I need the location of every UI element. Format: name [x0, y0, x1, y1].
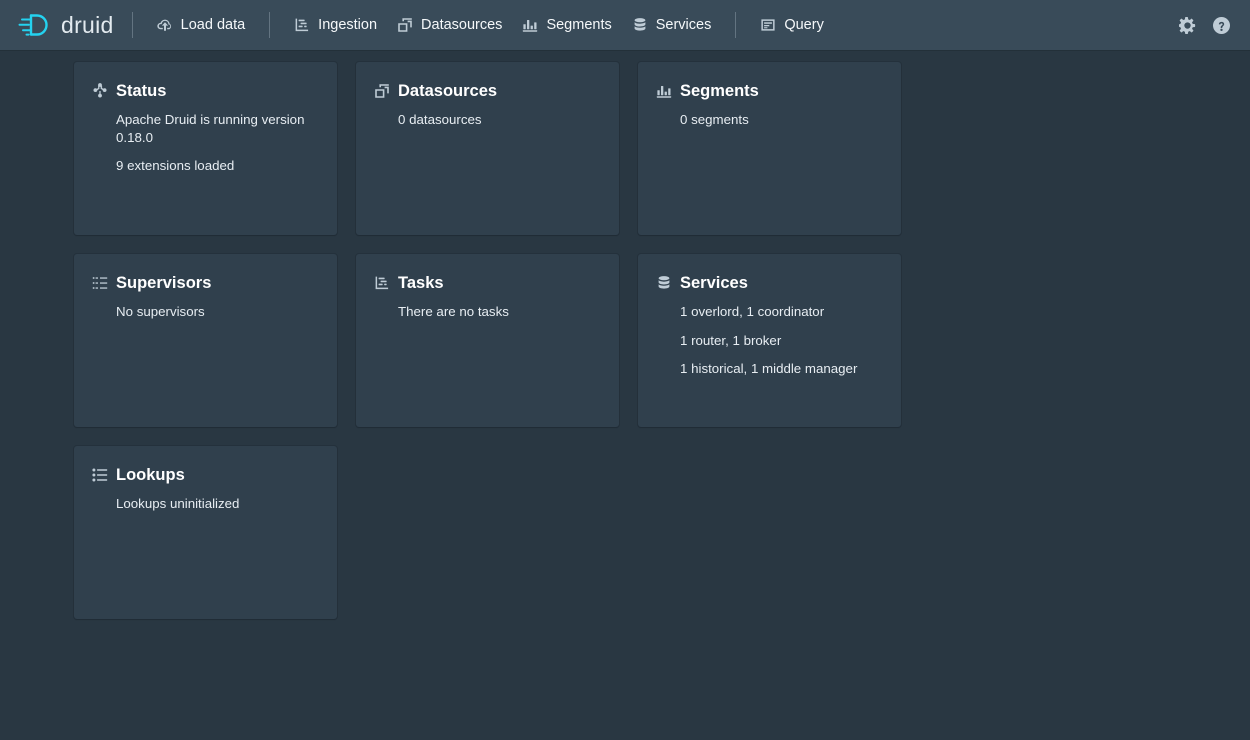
card-title: Tasks [398, 274, 444, 292]
card-services[interactable]: Services 1 overlord, 1 coordinator 1 rou… [638, 254, 901, 427]
header-divider [269, 12, 270, 38]
nav-item-query[interactable]: Query [750, 10, 834, 40]
card-lookups[interactable]: Lookups Lookups uninitialized [74, 446, 337, 619]
header-divider [735, 12, 736, 38]
home-view: Status Apache Druid is running version 0… [0, 50, 1130, 619]
header-actions [1172, 10, 1236, 40]
card-header: Segments [656, 82, 883, 100]
card-line: 9 extensions loaded [116, 157, 319, 175]
nav-label: Datasources [421, 17, 502, 33]
app-header: druid Load data [0, 0, 1250, 50]
card-title: Datasources [398, 82, 497, 100]
help-button[interactable] [1206, 10, 1236, 40]
card-tasks[interactable]: Tasks There are no tasks [356, 254, 619, 427]
card-supervisors[interactable]: Supervisors No supervisors [74, 254, 337, 427]
card-header: Status [92, 82, 319, 100]
card-line: No supervisors [116, 303, 319, 321]
card-title: Segments [680, 82, 759, 100]
multi-select-icon [397, 17, 413, 33]
header-divider [132, 12, 133, 38]
nav-label: Services [656, 17, 712, 33]
card-title: Lookups [116, 466, 185, 484]
logo-text: druid [61, 14, 114, 37]
card-line: 1 overlord, 1 coordinator [680, 303, 883, 321]
nav-item-segments[interactable]: Segments [512, 10, 621, 40]
nav-label: Query [784, 17, 824, 33]
eye-list-icon [92, 275, 108, 291]
nav-item-datasources[interactable]: Datasources [387, 10, 512, 40]
card-body: 1 overlord, 1 coordinator 1 router, 1 br… [656, 303, 883, 378]
card-status[interactable]: Status Apache Druid is running version 0… [74, 62, 337, 235]
bar-chart-icon [522, 17, 538, 33]
card-header: Services [656, 274, 883, 292]
card-line: Lookups uninitialized [116, 495, 319, 513]
card-datasources[interactable]: Datasources 0 datasources [356, 62, 619, 235]
card-body: 0 segments [656, 111, 883, 129]
nav-item-load-data[interactable]: Load data [147, 10, 256, 40]
card-body: There are no tasks [374, 303, 601, 321]
card-body: 0 datasources [374, 111, 601, 129]
druid-logo[interactable]: druid [18, 10, 114, 40]
card-body: Apache Druid is running version 0.18.0 9… [92, 111, 319, 175]
card-header: Tasks [374, 274, 601, 292]
card-body: No supervisors [92, 303, 319, 321]
card-line: 0 segments [680, 111, 883, 129]
gantt-chart-icon [294, 17, 310, 33]
nav-label: Ingestion [318, 17, 377, 33]
card-segments[interactable]: Segments 0 segments [638, 62, 901, 235]
main-navigation: Load data Ingestion [147, 10, 834, 40]
card-line: 1 router, 1 broker [680, 332, 883, 350]
nav-item-services[interactable]: Services [622, 10, 722, 40]
card-line: 1 historical, 1 middle manager [680, 360, 883, 378]
card-line: 0 datasources [398, 111, 601, 129]
gear-icon [1179, 17, 1196, 34]
graph-node-icon [92, 83, 108, 99]
card-header: Datasources [374, 82, 601, 100]
card-line: Apache Druid is running version 0.18.0 [116, 111, 319, 146]
card-title: Status [116, 82, 166, 100]
properties-list-icon [92, 467, 108, 483]
bar-chart-icon [656, 83, 672, 99]
nav-label: Load data [181, 17, 246, 33]
database-icon [656, 275, 672, 291]
nav-item-ingestion[interactable]: Ingestion [284, 10, 387, 40]
card-header: Lookups [92, 466, 319, 484]
database-icon [632, 17, 648, 33]
cloud-upload-icon [157, 17, 173, 33]
card-line: There are no tasks [398, 303, 601, 321]
card-title: Services [680, 274, 748, 292]
card-header: Supervisors [92, 274, 319, 292]
multi-select-icon [374, 83, 390, 99]
application-icon [760, 17, 776, 33]
settings-button[interactable] [1172, 10, 1202, 40]
gantt-chart-icon [374, 275, 390, 291]
help-circle-icon [1213, 17, 1230, 34]
nav-label: Segments [546, 17, 611, 33]
card-body: Lookups uninitialized [92, 495, 319, 513]
druid-logo-icon [18, 10, 52, 40]
card-title: Supervisors [116, 274, 211, 292]
